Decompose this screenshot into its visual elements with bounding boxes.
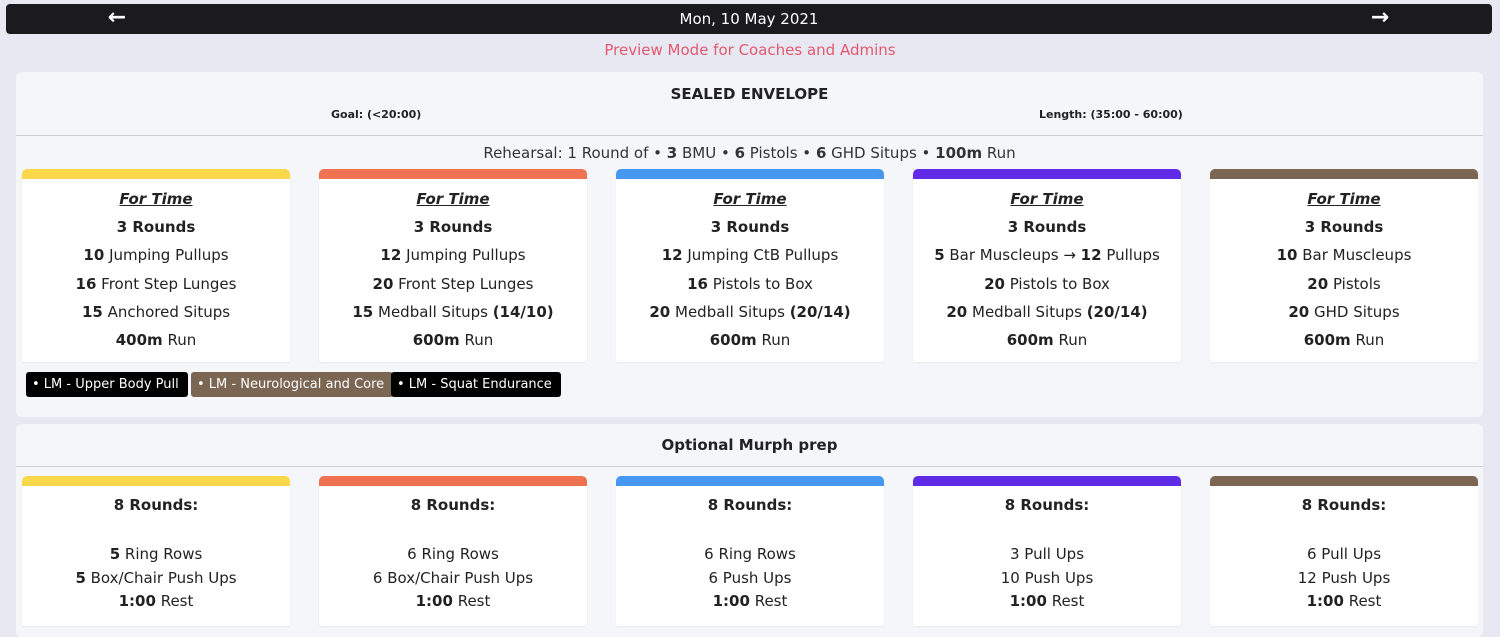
card-rounds: 3 Rounds <box>710 218 790 236</box>
optional-title: Optional Murph prep <box>661 436 838 454</box>
tag-upper-body-pull[interactable]: • LM - Upper Body Pull <box>26 372 188 397</box>
card-line: 20 Pistols to Box <box>984 274 1110 293</box>
card-line: 6 Ring Rows <box>407 545 499 563</box>
section-divider <box>16 135 1483 136</box>
card-line: 10 Push Ups <box>1000 568 1094 587</box>
card-rounds: 3 Rounds <box>413 218 493 236</box>
workout-section: SEALED ENVELOPE Goal: (<20:00) Length: (… <box>16 72 1483 417</box>
workout-card-blue: For Time 3 Rounds 12 Jumping CtB Pullups… <box>616 169 884 362</box>
card-line: 600m Run <box>1006 331 1088 350</box>
card-line: 12 Jumping Pullups <box>380 246 526 265</box>
card-rounds: 8 Rounds: <box>1301 496 1387 514</box>
card-line: 20 Front Step Lunges <box>372 274 534 293</box>
card-line: 1:00 Rest <box>1306 592 1382 610</box>
murph-card-yellow: 8 Rounds: 5 Ring Rows 5 Box/Chair Push U… <box>22 476 290 626</box>
card-rounds: 8 Rounds: <box>707 496 793 514</box>
card-line: 1:00 Rest <box>118 592 194 610</box>
workout-card-orange: For Time 3 Rounds 12 Jumping Pullups 20 … <box>319 169 587 362</box>
tag-squat-endurance[interactable]: • LM - Squat Endurance <box>391 372 561 397</box>
card-line: 5 Ring Rows <box>109 545 203 563</box>
card-line: 10 Jumping Pullups <box>83 246 229 265</box>
card-line: 3 Pull Ups <box>1009 545 1085 563</box>
card-spacer <box>22 519 290 543</box>
card-line: 600m Run <box>709 331 791 350</box>
section-divider <box>16 466 1483 467</box>
card-line: 6 Box/Chair Push Ups <box>372 568 534 587</box>
card-line: 16 Pistols to Box <box>687 274 813 293</box>
murph-card-orange: 8 Rounds: 6 Ring Rows 6 Box/Chair Push U… <box>319 476 587 626</box>
workout-card-yellow: For Time 3 Rounds 10 Jumping Pullups 16 … <box>22 169 290 362</box>
workout-title: SEALED ENVELOPE <box>670 85 829 103</box>
date-nav-bar: ← Mon, 10 May 2021 → <box>6 4 1492 34</box>
card-spacer <box>913 519 1181 543</box>
card-line: 6 Push Ups <box>708 568 792 587</box>
card-heading: For Time <box>119 190 193 208</box>
card-heading: For Time <box>1307 190 1381 208</box>
murph-card-purple: 8 Rounds: 3 Pull Ups 10 Push Ups 1:00 Re… <box>913 476 1181 626</box>
card-line: 1:00 Rest <box>1009 592 1085 610</box>
card-line: 10 Bar Muscleups <box>1276 246 1412 265</box>
card-heading: For Time <box>713 190 787 208</box>
card-rounds: 3 Rounds <box>1007 218 1087 236</box>
card-line: 1:00 Rest <box>415 592 491 610</box>
card-heading: For Time <box>416 190 490 208</box>
card-line: 1:00 Rest <box>712 592 788 610</box>
rehearsal-text: Rehearsal: 1 Round of • 3 BMU • 6 Pistol… <box>483 144 1016 162</box>
card-spacer <box>1210 519 1478 543</box>
card-line: 600m Run <box>412 331 494 350</box>
workout-goal: Goal: (<20:00) <box>331 108 422 121</box>
card-line: 20 Medball Situps (20/14) <box>946 302 1148 321</box>
card-spacer <box>616 519 884 543</box>
card-line: 15 Medball Situps (14/10) <box>352 302 554 321</box>
card-line: 20 Medball Situps (20/14) <box>649 302 851 321</box>
card-spacer <box>319 519 587 543</box>
card-line: 400m Run <box>115 331 197 350</box>
card-line: 15 Anchored Situps <box>81 302 231 321</box>
card-line: 12 Push Ups <box>1297 568 1391 587</box>
card-line: 6 Ring Rows <box>704 545 796 563</box>
card-line: 5 Box/Chair Push Ups <box>75 568 237 587</box>
tag-neurological-and-core[interactable]: • LM - Neurological and Core <box>191 372 394 397</box>
card-line: 6 Pull Ups <box>1306 545 1382 563</box>
card-rounds: 3 Rounds <box>1304 218 1384 236</box>
card-rounds: 8 Rounds: <box>1004 496 1090 514</box>
card-line: 20 Pistols <box>1307 274 1381 293</box>
murph-card-blue: 8 Rounds: 6 Ring Rows 6 Push Ups 1:00 Re… <box>616 476 884 626</box>
optional-section: Optional Murph prep 8 Rounds: 5 Ring Row… <box>16 424 1483 637</box>
card-line: 12 Jumping CtB Pullups <box>661 246 839 265</box>
card-rounds: 8 Rounds: <box>113 496 199 514</box>
card-line: 600m Run <box>1303 331 1385 350</box>
workout-card-purple: For Time 3 Rounds 5 Bar Muscleups → 12 P… <box>913 169 1181 362</box>
murph-card-brown: 8 Rounds: 6 Pull Ups 12 Push Ups 1:00 Re… <box>1210 476 1478 626</box>
preview-mode-notice: Preview Mode for Coaches and Admins <box>604 41 896 59</box>
workout-length: Length: (35:00 - 60:00) <box>1039 108 1183 121</box>
current-date: Mon, 10 May 2021 <box>679 10 819 28</box>
card-rounds: 3 Rounds <box>116 218 196 236</box>
next-day-arrow-icon[interactable]: → <box>1365 4 1395 34</box>
card-line: 16 Front Step Lunges <box>75 274 237 293</box>
card-line: 20 GHD Situps <box>1288 302 1400 321</box>
card-rounds: 8 Rounds: <box>410 496 496 514</box>
workout-card-brown: For Time 3 Rounds 10 Bar Muscleups 20 Pi… <box>1210 169 1478 362</box>
card-heading: For Time <box>1010 190 1084 208</box>
card-line: 5 Bar Muscleups → 12 Pullups <box>934 246 1160 265</box>
